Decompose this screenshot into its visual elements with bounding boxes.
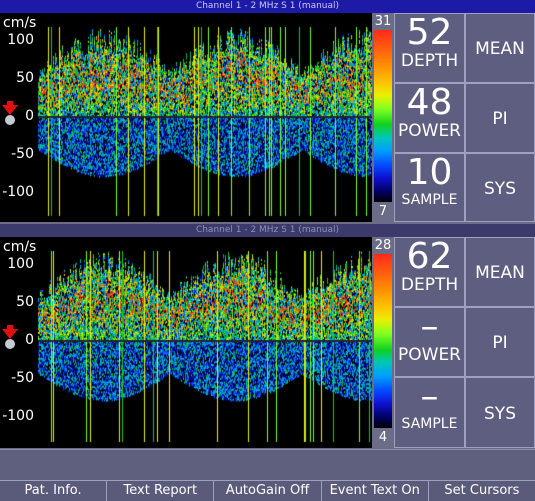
velocity-unit-label: cm/s xyxy=(3,239,37,255)
power-readout[interactable]: – POWER xyxy=(394,307,465,377)
tick-label: -50 xyxy=(11,370,34,386)
depth-value: 52 xyxy=(406,12,453,53)
color-scale-max: 31 xyxy=(372,13,394,30)
color-scale-2: 28 4 xyxy=(372,237,394,448)
mean-button[interactable]: MEAN xyxy=(465,237,535,307)
power-label: POWER xyxy=(398,345,461,365)
doppler-spectrogram-1[interactable]: cm/s 100 50 0 -50 -100 xyxy=(0,13,372,222)
sys-label: SYS xyxy=(484,404,516,424)
color-gradient xyxy=(374,30,392,202)
sample-readout[interactable]: – SAMPLE xyxy=(394,377,465,448)
pi-label: PI xyxy=(492,109,508,129)
depth-value: 62 xyxy=(406,236,453,277)
color-gradient xyxy=(374,254,392,428)
tick-label: 100 xyxy=(7,32,34,48)
sys-button[interactable]: SYS xyxy=(465,377,535,448)
mean-button[interactable]: MEAN xyxy=(465,13,535,83)
power-value: 48 xyxy=(406,82,453,123)
sample-value: 10 xyxy=(406,152,453,193)
power-readout[interactable]: 48 POWER xyxy=(394,83,465,153)
velocity-unit-label: cm/s xyxy=(3,15,37,31)
channel-2-title: Channel 1 - 2 MHz S 1 (manual) xyxy=(0,224,535,237)
sample-value: – xyxy=(420,376,439,417)
sample-label: SAMPLE xyxy=(401,192,458,208)
probe-marker-icon[interactable] xyxy=(2,101,18,131)
status-bar xyxy=(0,449,535,480)
doppler-spectrogram-2[interactable]: cm/s 100 50 0 -50 -100 xyxy=(0,237,372,448)
sys-label: SYS xyxy=(484,179,516,199)
spectrogram-2-canvas xyxy=(0,237,372,448)
channel-1-title: Channel 1 - 2 MHz S 1 (manual) xyxy=(0,0,535,13)
channel-2: Channel 1 - 2 MHz S 1 (manual) cm/s 100 … xyxy=(0,224,535,448)
set-cursors-button[interactable]: Set Cursors xyxy=(429,481,535,501)
power-label: POWER xyxy=(398,121,461,141)
depth-label: DEPTH xyxy=(400,51,459,71)
pi-label: PI xyxy=(492,333,508,353)
tick-label: 50 xyxy=(16,70,34,86)
pi-button[interactable]: PI xyxy=(465,83,535,153)
depth-label: DEPTH xyxy=(400,275,459,295)
tick-label: -100 xyxy=(2,184,34,200)
depth-readout[interactable]: 52 DEPTH xyxy=(394,13,465,83)
channel-1: Channel 1 - 2 MHz S 1 (manual) cm/s 100 … xyxy=(0,0,535,222)
mean-label: MEAN xyxy=(475,263,525,283)
mean-label: MEAN xyxy=(475,39,525,59)
text-report-button[interactable]: Text Report xyxy=(107,481,215,501)
sample-readout[interactable]: 10 SAMPLE xyxy=(394,153,465,222)
color-scale-min: 7 xyxy=(372,202,394,222)
tick-label: 50 xyxy=(16,294,34,310)
sample-label: SAMPLE xyxy=(401,416,458,432)
tick-label: 100 xyxy=(7,256,34,272)
depth-readout[interactable]: 62 DEPTH xyxy=(394,237,465,307)
color-scale-1: 31 7 xyxy=(372,13,394,222)
color-scale-min: 4 xyxy=(372,428,394,448)
pi-button[interactable]: PI xyxy=(465,307,535,377)
probe-marker-icon[interactable] xyxy=(2,325,18,355)
tick-label: -50 xyxy=(11,146,34,162)
spectrogram-1-canvas xyxy=(0,13,372,222)
bottom-menu: Pat. Info. Text Report AutoGain Off Even… xyxy=(0,480,535,501)
pat-info-button[interactable]: Pat. Info. xyxy=(0,481,108,501)
power-value: – xyxy=(420,306,439,347)
sys-button[interactable]: SYS xyxy=(465,153,535,222)
event-text-button[interactable]: Event Text On xyxy=(322,481,429,501)
autogain-button[interactable]: AutoGain Off xyxy=(214,481,322,501)
tick-label: -100 xyxy=(2,408,34,424)
color-scale-max: 28 xyxy=(372,237,394,254)
